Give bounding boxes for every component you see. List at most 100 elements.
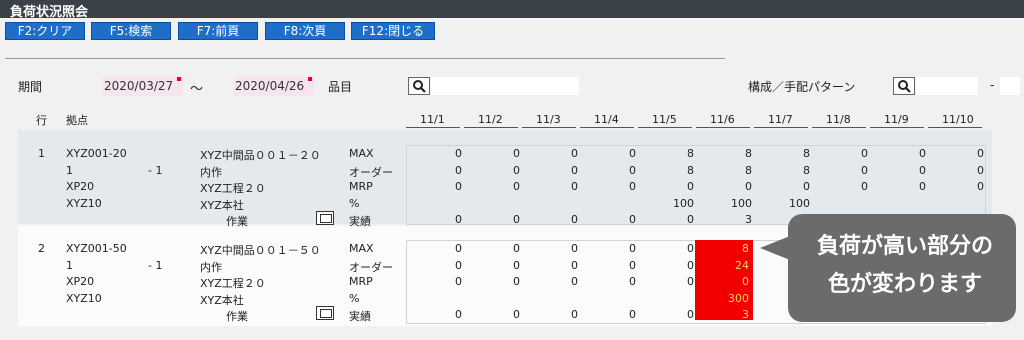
measure-label: オーダー xyxy=(349,165,393,179)
date-header: 11/8 xyxy=(812,113,866,128)
period-label: 期間 xyxy=(18,80,43,94)
grid-value: 0 xyxy=(571,275,578,288)
item-search-button[interactable] xyxy=(408,77,430,95)
date-from-field[interactable]: 2020/03/27 xyxy=(103,76,183,96)
callout-pointer xyxy=(760,236,790,260)
date-header: 11/4 xyxy=(580,113,634,128)
item-input[interactable] xyxy=(431,77,579,95)
site-code: XYZ001-50 xyxy=(66,242,127,255)
grid-value: 0 xyxy=(513,163,520,177)
item-name: XYZ本社 xyxy=(200,198,244,212)
date-header: 11/3 xyxy=(522,113,576,128)
grid-value: 0 xyxy=(513,242,520,255)
f2-clear-button[interactable]: F2:クリア xyxy=(5,22,85,40)
high-load-value: 0 xyxy=(742,275,749,288)
grid-value: 0 xyxy=(687,213,694,226)
grid-value: 0 xyxy=(571,163,578,177)
measure-label: % xyxy=(349,196,360,210)
detail-window-icon[interactable] xyxy=(316,211,334,225)
grid-value: 100 xyxy=(789,196,810,210)
pattern-label: 構成／手配パターン xyxy=(748,80,856,94)
grid-value: 8 xyxy=(745,147,752,160)
site-code: XYZ10 xyxy=(66,196,102,210)
item-name: 内作 xyxy=(200,165,222,179)
site-code: XP20 xyxy=(66,180,95,193)
callout-line-1: 負荷が高い部分の xyxy=(816,234,993,259)
grid-value: 0 xyxy=(455,213,462,226)
grid-value: 0 xyxy=(861,147,868,160)
grid-value: 0 xyxy=(629,180,636,193)
grid-value: 0 xyxy=(687,275,694,288)
pattern-search-button[interactable] xyxy=(893,77,915,95)
site-code: XYZ10 xyxy=(66,291,102,305)
grid-value: 3 xyxy=(745,213,752,226)
divider xyxy=(5,58,725,59)
site-code: 1 xyxy=(66,163,73,177)
grid-value: 0 xyxy=(513,308,520,321)
row-number: 2 xyxy=(38,242,45,255)
date-header: 11/1 xyxy=(406,113,460,128)
date-header: 11/7 xyxy=(754,113,808,128)
item-label: 品目 xyxy=(328,80,353,94)
grid-value: 0 xyxy=(629,213,636,226)
item-name: XYZ本社 xyxy=(200,293,244,307)
search-icon xyxy=(413,80,426,93)
range-separator: ～ xyxy=(190,82,204,97)
site-code: 1 xyxy=(66,258,73,272)
high-load-value: 24 xyxy=(735,258,749,272)
date-header: 11/2 xyxy=(464,113,518,128)
callout-text: 負荷が高い部分の 色が変わります xyxy=(800,228,1010,304)
grid-value: 0 xyxy=(455,163,462,177)
row-number: 1 xyxy=(38,147,45,160)
grid-value: 0 xyxy=(687,258,694,272)
grid-value: 0 xyxy=(571,147,578,160)
measure-label: MRP xyxy=(349,180,373,193)
date-from-value: 2020/03/27 xyxy=(104,79,174,93)
measure-label: オーダー xyxy=(349,260,393,274)
pattern-suffix-input[interactable] xyxy=(1000,77,1020,95)
f7-prev-page-button[interactable]: F7:前頁 xyxy=(178,22,258,40)
date-header: 11/6 xyxy=(696,113,750,128)
grid-value: 8 xyxy=(687,163,694,177)
pattern-input[interactable] xyxy=(916,77,978,95)
date-to-field[interactable]: 2020/04/26 xyxy=(234,76,314,96)
date-header: 11/9 xyxy=(870,113,924,128)
date-to-value: 2020/04/26 xyxy=(235,79,305,93)
date-header: 11/10 xyxy=(928,113,982,128)
measure-label: MAX xyxy=(349,242,374,255)
grid-value: 0 xyxy=(629,147,636,160)
grid-value: 0 xyxy=(455,147,462,160)
f12-close-button[interactable]: F12:閉じる xyxy=(351,22,435,40)
grid-value: 0 xyxy=(861,163,868,177)
item-name: XYZ中間品００１－５０ xyxy=(200,244,321,257)
grid-value: 0 xyxy=(629,275,636,288)
grid-value: 8 xyxy=(803,163,810,177)
item-name: XYZ工程２０ xyxy=(200,277,266,290)
detail-window-icon[interactable] xyxy=(316,306,334,320)
grid-value: 100 xyxy=(731,196,752,210)
grid-value: 0 xyxy=(687,180,694,193)
high-load-value: 8 xyxy=(742,242,749,255)
date-header: 11/5 xyxy=(638,113,692,128)
measure-label: 実績 xyxy=(349,310,371,323)
f5-search-button[interactable]: F5:検索 xyxy=(91,22,171,40)
pattern-dash: - xyxy=(990,78,995,92)
grid-value: 0 xyxy=(571,213,578,226)
grid-value: 0 xyxy=(455,180,462,193)
site-code: XYZ001-20 xyxy=(66,147,127,160)
grid-value: 0 xyxy=(513,213,520,226)
search-icon xyxy=(898,80,911,93)
window-title: 負荷状況照会 xyxy=(10,5,89,20)
grid-value: 0 xyxy=(629,308,636,321)
site-code: XP20 xyxy=(66,275,95,288)
grid-value: 0 xyxy=(571,242,578,255)
grid-value: 0 xyxy=(977,180,984,193)
grid-value: 0 xyxy=(919,180,926,193)
grid-value: 8 xyxy=(745,163,752,177)
f8-next-page-button[interactable]: F8:次頁 xyxy=(265,22,345,40)
grid-value: 0 xyxy=(629,163,636,177)
required-mark xyxy=(177,77,181,81)
high-load-value: 3 xyxy=(742,308,749,321)
grid-value: 0 xyxy=(571,308,578,321)
grid-value: 0 xyxy=(745,180,752,193)
